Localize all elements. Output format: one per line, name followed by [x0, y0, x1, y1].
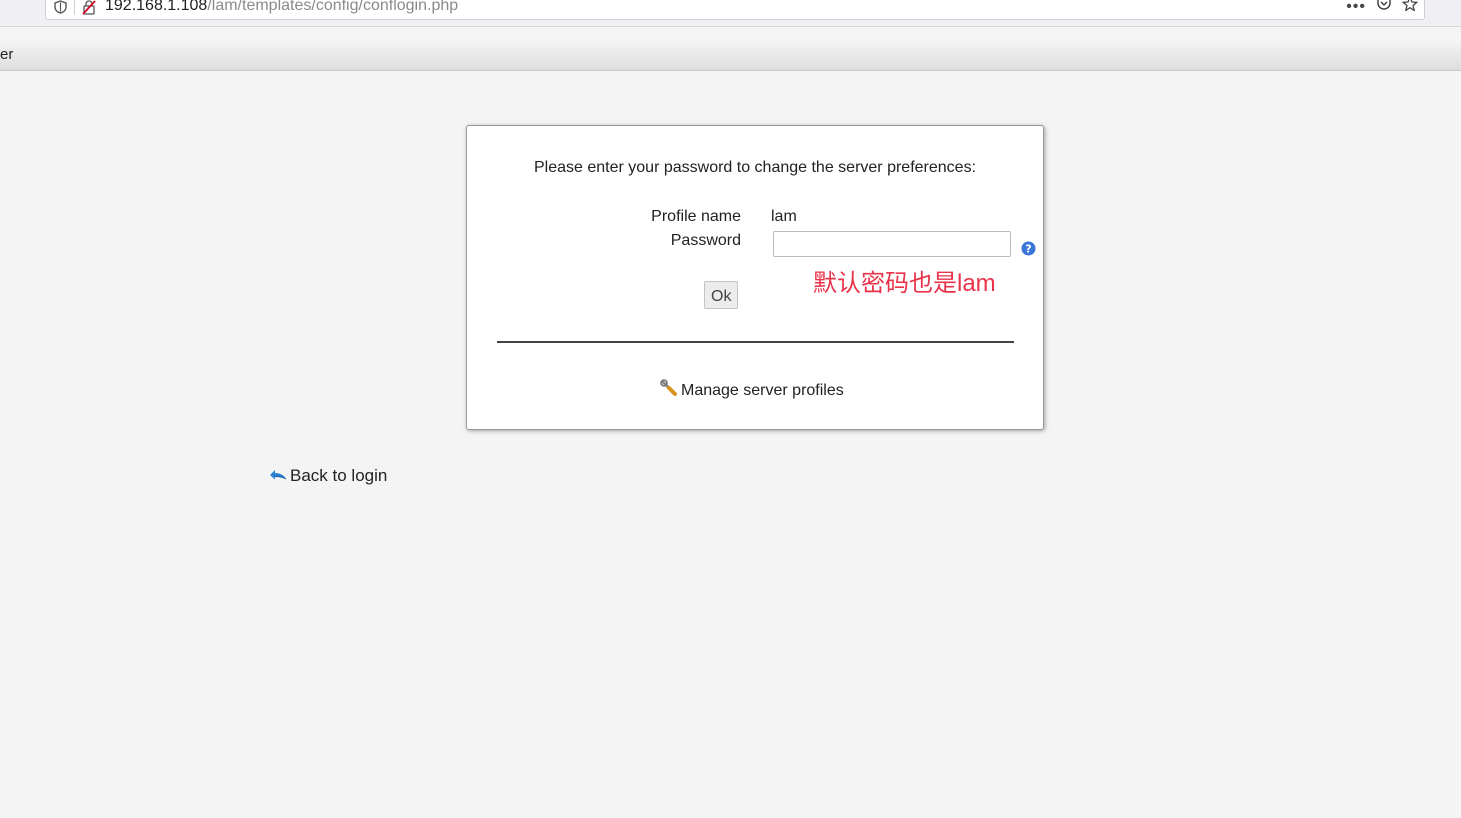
- dialog-title: Please enter your password to change the…: [533, 159, 977, 176]
- manage-server-profiles-label: Manage server profiles: [681, 381, 844, 399]
- back-arrow-icon: [269, 466, 287, 486]
- url-path: /lam/templates/config/conflogin.php: [207, 0, 459, 14]
- password-input[interactable]: [773, 231, 1011, 257]
- help-icon[interactable]: ?: [1021, 241, 1036, 261]
- dialog-divider: [497, 341, 1014, 343]
- pocket-icon[interactable]: [1376, 0, 1392, 17]
- url-separator: [74, 0, 75, 15]
- url-host: 192.168.1.108: [105, 0, 208, 14]
- back-to-login-label: Back to login: [290, 466, 388, 485]
- url-bar-actions: •••: [1346, 0, 1418, 17]
- url-text[interactable]: 192.168.1.108/lam/templates/config/confl…: [105, 0, 458, 15]
- password-annotation: 默认密码也是lam: [813, 270, 996, 297]
- svg-text:?: ?: [1025, 243, 1031, 256]
- insecure-connection-icon[interactable]: [82, 0, 96, 20]
- app-header-strip: er: [0, 38, 1461, 71]
- wrench-icon: [660, 379, 678, 402]
- bookmark-star-icon[interactable]: [1402, 0, 1418, 17]
- url-bar[interactable]: 192.168.1.108/lam/templates/config/confl…: [45, 0, 1425, 20]
- header-text: er: [0, 46, 14, 63]
- back-to-login-link[interactable]: Back to login: [269, 466, 387, 486]
- config-login-dialog: Please enter your password to change the…: [466, 125, 1044, 430]
- browser-toolbar: 192.168.1.108/lam/templates/config/confl…: [0, 0, 1461, 27]
- more-icon[interactable]: •••: [1346, 0, 1366, 15]
- manage-server-profiles-link[interactable]: Manage server profiles: [660, 379, 844, 402]
- profile-name-value: lam: [771, 208, 797, 225]
- shield-icon[interactable]: [54, 0, 67, 19]
- password-label: Password: [670, 232, 741, 249]
- profile-name-label: Profile name: [651, 208, 741, 225]
- ok-button[interactable]: Ok: [704, 281, 738, 309]
